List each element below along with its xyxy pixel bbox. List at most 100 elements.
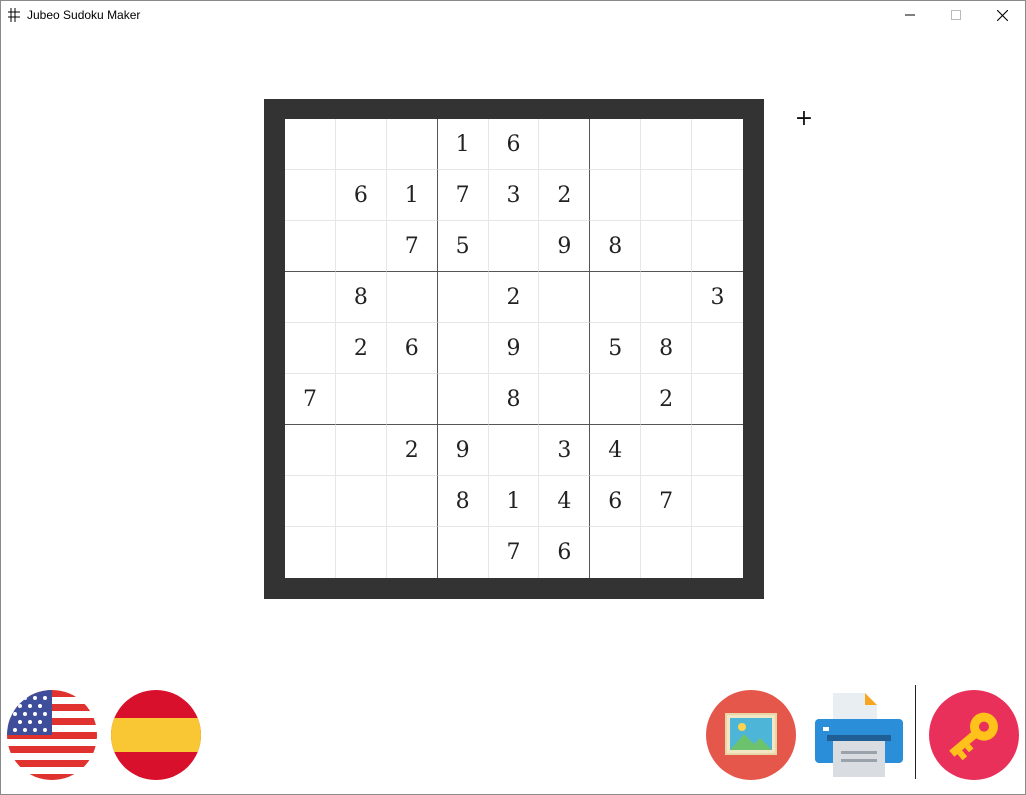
sudoku-cell[interactable] xyxy=(692,425,743,476)
sudoku-cell[interactable]: 2 xyxy=(641,374,693,425)
image-icon xyxy=(725,713,777,755)
sudoku-cell[interactable] xyxy=(386,476,438,527)
sudoku-cell[interactable] xyxy=(335,374,387,425)
sudoku-cell[interactable] xyxy=(285,272,336,323)
sudoku-cell[interactable] xyxy=(335,221,387,272)
sudoku-cell[interactable]: 3 xyxy=(488,170,540,221)
sudoku-cell[interactable] xyxy=(285,476,336,527)
sudoku-cell[interactable] xyxy=(335,119,387,170)
sudoku-cell[interactable] xyxy=(386,374,438,425)
sudoku-cell[interactable]: 1 xyxy=(386,170,438,221)
sudoku-cell[interactable]: 8 xyxy=(335,272,387,323)
sudoku-cell[interactable] xyxy=(437,272,489,323)
sudoku-cell[interactable]: 1 xyxy=(488,476,540,527)
sudoku-cell[interactable] xyxy=(539,323,591,374)
sudoku-grid-icon xyxy=(7,7,21,23)
sudoku-cell[interactable] xyxy=(285,323,336,374)
maximize-icon xyxy=(951,10,961,20)
sudoku-cell[interactable]: 7 xyxy=(437,170,489,221)
sudoku-cell[interactable] xyxy=(438,527,489,578)
sudoku-cell[interactable]: 7 xyxy=(386,221,438,272)
sudoku-cell[interactable]: 5 xyxy=(437,221,489,272)
sudoku-cell[interactable] xyxy=(692,374,743,425)
window-title: Jubeo Sudoku Maker xyxy=(27,8,141,22)
sudoku-cell[interactable] xyxy=(692,527,743,578)
sudoku-cell[interactable]: 8 xyxy=(488,374,540,425)
sudoku-cell[interactable] xyxy=(539,119,591,170)
print-button[interactable] xyxy=(813,689,905,781)
sudoku-cell[interactable]: 2 xyxy=(488,272,540,323)
sudoku-cell[interactable] xyxy=(285,170,336,221)
window-controls xyxy=(887,1,1025,29)
sudoku-cell[interactable]: 6 xyxy=(335,170,387,221)
maximize-button[interactable] xyxy=(933,1,979,29)
sudoku-cell[interactable]: 8 xyxy=(590,221,642,272)
minimize-icon xyxy=(905,14,915,16)
sudoku-cell[interactable] xyxy=(692,221,743,272)
sudoku-cell[interactable]: 9 xyxy=(488,323,540,374)
sudoku-cell[interactable]: 2 xyxy=(386,425,438,476)
sudoku-cell[interactable] xyxy=(437,323,489,374)
sudoku-cell[interactable]: 8 xyxy=(437,476,489,527)
sudoku-cell[interactable] xyxy=(692,170,743,221)
sudoku-cell[interactable] xyxy=(692,476,743,527)
sudoku-cell[interactable] xyxy=(335,425,387,476)
sudoku-cell[interactable] xyxy=(386,119,438,170)
sudoku-cell[interactable] xyxy=(641,221,693,272)
sudoku-cell[interactable] xyxy=(285,221,336,272)
sudoku-cell[interactable] xyxy=(641,119,693,170)
printer-icon xyxy=(815,693,903,777)
sudoku-cell[interactable] xyxy=(335,476,387,527)
sudoku-cell[interactable] xyxy=(692,119,743,170)
sudoku-cell[interactable]: 3 xyxy=(692,272,743,323)
sudoku-cell[interactable] xyxy=(437,374,489,425)
sudoku-cell[interactable]: 5 xyxy=(590,323,642,374)
sudoku-cell[interactable]: 8 xyxy=(641,323,693,374)
sudoku-cell[interactable] xyxy=(488,425,540,476)
sudoku-cell[interactable] xyxy=(488,221,540,272)
add-button[interactable]: + xyxy=(794,105,814,131)
sudoku-board-frame: 166173275988232695878229348146776 xyxy=(264,99,764,599)
spanish-language-button[interactable] xyxy=(111,690,201,780)
sudoku-cell[interactable] xyxy=(285,119,336,170)
sudoku-cell[interactable]: 6 xyxy=(590,476,642,527)
sudoku-cell[interactable] xyxy=(590,170,642,221)
sudoku-cell[interactable]: 7 xyxy=(285,374,336,425)
sudoku-cell[interactable]: 1 xyxy=(437,119,489,170)
us-flag-icon xyxy=(7,690,97,780)
sudoku-cell[interactable]: 9 xyxy=(437,425,489,476)
sudoku-cell[interactable] xyxy=(590,119,642,170)
sudoku-cell[interactable]: 2 xyxy=(539,170,591,221)
sudoku-cell[interactable] xyxy=(539,374,591,425)
sudoku-cell[interactable]: 4 xyxy=(590,425,642,476)
sudoku-cell[interactable]: 2 xyxy=(335,323,387,374)
sudoku-cell[interactable] xyxy=(641,527,693,578)
english-language-button[interactable] xyxy=(7,690,97,780)
close-button[interactable] xyxy=(979,1,1025,29)
license-key-button[interactable] xyxy=(929,690,1019,780)
export-image-button[interactable] xyxy=(706,690,796,780)
sudoku-cell[interactable] xyxy=(539,272,591,323)
sudoku-cell[interactable]: 6 xyxy=(539,527,591,578)
sudoku-cell[interactable] xyxy=(285,425,336,476)
minimize-button[interactable] xyxy=(887,1,933,29)
sudoku-cell[interactable]: 7 xyxy=(489,527,540,578)
sudoku-grid: 166173275988232695878229348146776 xyxy=(285,119,743,578)
sudoku-cell[interactable] xyxy=(692,323,743,374)
sudoku-cell[interactable]: 9 xyxy=(539,221,591,272)
sudoku-cell[interactable] xyxy=(590,374,642,425)
sudoku-cell[interactable] xyxy=(285,527,336,578)
sudoku-cell[interactable]: 6 xyxy=(386,323,438,374)
sudoku-cell[interactable] xyxy=(641,272,693,323)
sudoku-cell[interactable] xyxy=(336,527,387,578)
sudoku-cell[interactable] xyxy=(387,527,438,578)
sudoku-cell[interactable]: 3 xyxy=(539,425,591,476)
sudoku-cell[interactable] xyxy=(590,272,642,323)
sudoku-cell[interactable]: 7 xyxy=(641,476,693,527)
sudoku-cell[interactable]: 6 xyxy=(488,119,540,170)
sudoku-cell[interactable] xyxy=(590,527,642,578)
sudoku-cell[interactable] xyxy=(641,170,693,221)
sudoku-cell[interactable] xyxy=(641,425,693,476)
sudoku-cell[interactable]: 4 xyxy=(539,476,591,527)
sudoku-cell[interactable] xyxy=(386,272,438,323)
